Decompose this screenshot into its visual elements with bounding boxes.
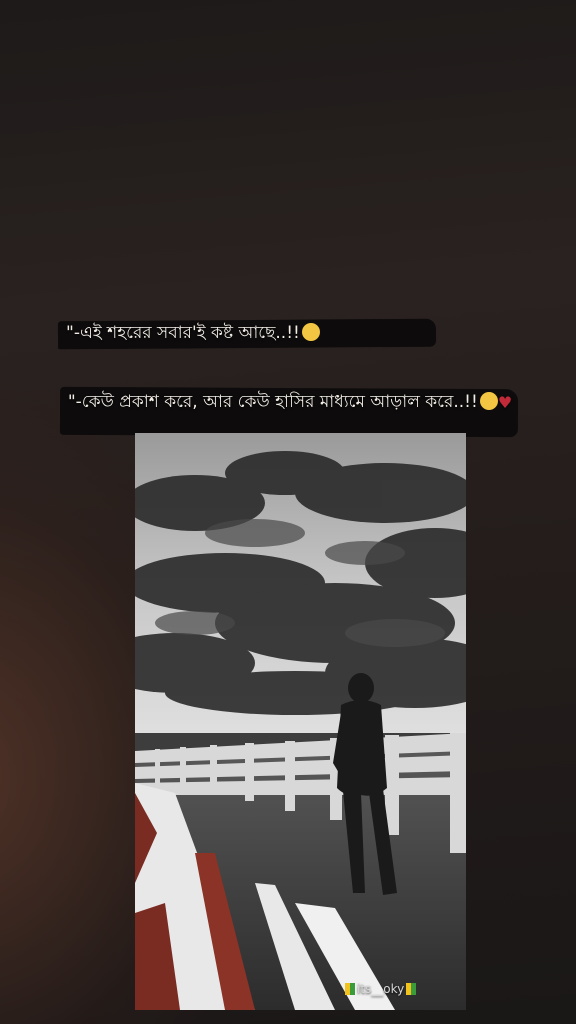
story-canvas: "-এই শহরের সবার'ই কষ্ট আছে..!! "-কেউ প্র… [0, 0, 576, 1024]
watermark: its__oky [343, 982, 418, 996]
bridge-photo-illustration [135, 433, 466, 1010]
smiling-face-icon [479, 392, 498, 410]
beginner-badge-icon [345, 983, 355, 995]
quote-line-2: "-কেউ প্রকাশ করে, আর কেউ হাসির মাধ্যমে আ… [62, 392, 518, 413]
quote-line-1: "-এই শহরের সবার'ই কষ্ট আছে..!! [66, 323, 446, 343]
quote-line-1-text: "-এই শহরের সবার'ই কষ্ট আছে..!! [66, 323, 300, 343]
bridge-photo [135, 433, 466, 1010]
quote-line-2-text: "-কেউ প্রকাশ করে, আর কেউ হাসির মাধ্যমে আ… [67, 392, 478, 412]
beginner-badge-icon [406, 983, 417, 995]
relieved-face-icon [301, 323, 320, 341]
broken-heart-icon: ♥ [497, 393, 513, 412]
watermark-text: its__oky [357, 982, 405, 996]
